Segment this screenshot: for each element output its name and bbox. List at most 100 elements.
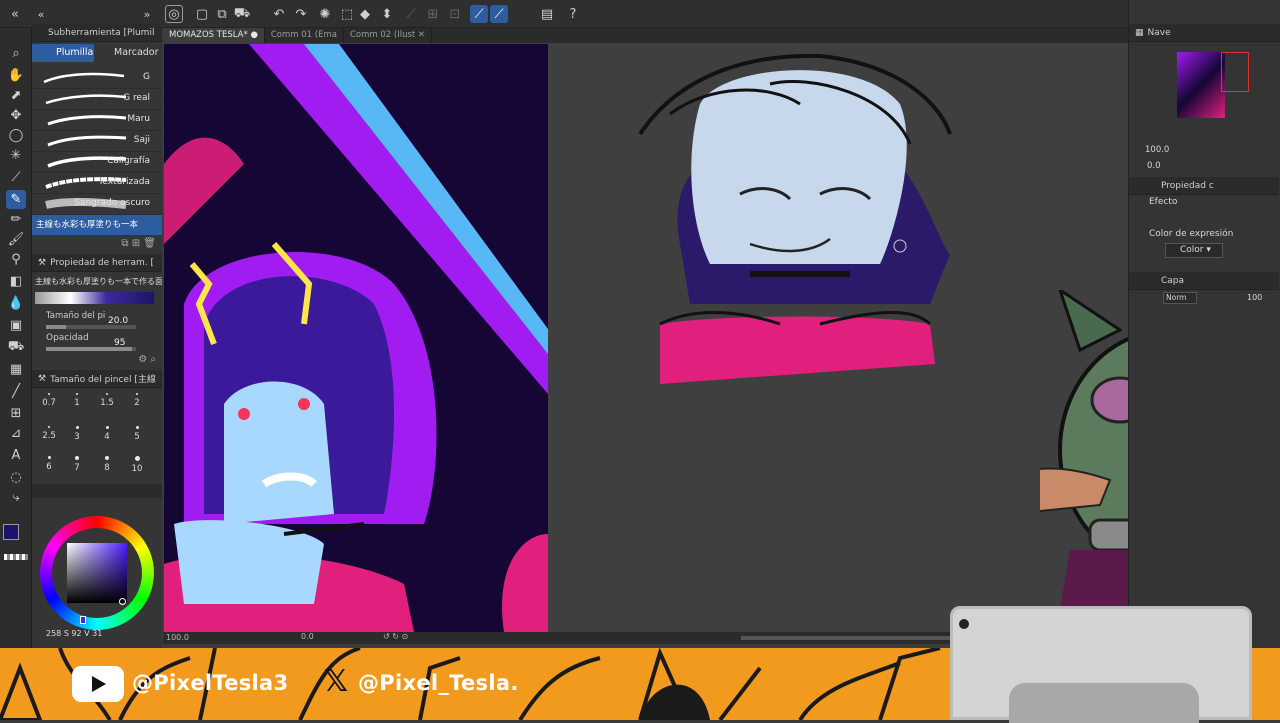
size-preset[interactable]: 10: [123, 456, 151, 474]
size-preset[interactable]: 4: [93, 426, 121, 442]
tab-document[interactable]: MOMAZOS TESLA* ●: [163, 28, 265, 43]
size-preset[interactable]: 0.7: [35, 393, 63, 408]
opacity-label: Opacidad: [46, 333, 89, 343]
lasso-icon[interactable]: ◯: [6, 126, 26, 145]
brush-item[interactable]: Maru: [32, 110, 162, 131]
balloon-icon[interactable]: ◌: [6, 468, 26, 487]
size-preset[interactable]: 8: [93, 456, 121, 473]
operation-icon[interactable]: ⬈: [6, 86, 26, 105]
text-icon[interactable]: A: [6, 446, 26, 465]
sketch-canvas[interactable]: [600, 44, 980, 404]
ruler-icon[interactable]: ⊡: [446, 5, 464, 23]
brush-stroke-preview: [35, 292, 154, 304]
navigator-zoom[interactable]: 100.0: [1145, 145, 1169, 155]
eyedropper-icon[interactable]: ⟋: [6, 168, 26, 187]
panel-collapse-icon[interactable]: «: [32, 5, 50, 23]
airbrush-icon[interactable]: ⚲: [6, 250, 26, 269]
layer-panel-title: Capa: [1129, 272, 1279, 290]
fill-icon[interactable]: ▣: [6, 316, 26, 335]
tab-marcador[interactable]: Marcador: [94, 44, 162, 62]
hand-icon[interactable]: ✋: [6, 66, 26, 85]
frame-icon[interactable]: ⊞: [6, 404, 26, 423]
clip-icon[interactable]: ◎: [165, 5, 183, 23]
pen-mode-icon[interactable]: ⟋: [470, 5, 488, 23]
tab-document[interactable]: Comm 02 (Ilust ✕: [344, 28, 433, 43]
color-picker-handle[interactable]: [119, 598, 126, 605]
help-icon[interactable]: ?: [564, 5, 582, 23]
pencil-icon[interactable]: ✏: [6, 210, 26, 229]
effect-label: Efecto: [1149, 197, 1178, 207]
size-preset[interactable]: 6: [35, 456, 63, 472]
navigator-angle[interactable]: 0.0: [1147, 161, 1161, 171]
artwork-canvas[interactable]: [164, 44, 548, 632]
saturation-value-square[interactable]: [67, 543, 127, 603]
panel-collapse-icon[interactable]: «: [6, 5, 24, 23]
undo-icon[interactable]: ↶: [270, 5, 288, 23]
ruler-icon[interactable]: ⟋: [402, 5, 420, 23]
camera-icon: [959, 619, 969, 629]
brush-size-grid: 0.7 1 1.5 2 2.5 3 4 5 6 7 8 10: [32, 388, 162, 476]
size-preset[interactable]: 1: [63, 393, 91, 408]
tool-property-title: ⚒ Propiedad de herram. [: [32, 254, 162, 272]
angle-readout[interactable]: 0.0: [301, 632, 314, 641]
zoom-readout[interactable]: 100.0: [166, 633, 189, 642]
figure-icon[interactable]: ╱: [6, 382, 26, 401]
size-preset[interactable]: 2.5: [35, 426, 63, 441]
pen-mode-icon[interactable]: ⟋: [490, 5, 508, 23]
select-icon[interactable]: ⬚: [338, 5, 356, 23]
size-preset[interactable]: 7: [63, 456, 91, 473]
tab-document[interactable]: Comm 01 (Ema: [265, 28, 344, 43]
fill-icon[interactable]: ⛟: [233, 5, 251, 23]
expression-color-select[interactable]: Color ▾: [1165, 243, 1223, 258]
size-preset[interactable]: 2: [123, 393, 151, 408]
new-layer-icon[interactable]: ▢: [193, 5, 211, 23]
size-preset[interactable]: 3: [63, 426, 91, 442]
redo-icon[interactable]: ↷: [292, 5, 310, 23]
erase-selection-icon[interactable]: ⬍: [378, 5, 396, 23]
color-wheel[interactable]: [40, 516, 154, 630]
brush-icon[interactable]: 🖌: [6, 230, 26, 249]
main-color-swatch[interactable]: [3, 524, 19, 540]
brush-item[interactable]: Saji: [32, 131, 162, 152]
ruler-icon[interactable]: ⊞: [424, 5, 442, 23]
size-preset[interactable]: 1.5: [93, 393, 121, 408]
blend-icon[interactable]: 💧: [6, 294, 26, 313]
blend-mode-select[interactable]: Norm: [1163, 292, 1197, 304]
tablet-device: [950, 606, 1252, 723]
tool-property-actions[interactable]: ⚙ ⌕: [32, 354, 162, 368]
brush-item[interactable]: Texturizada: [32, 173, 162, 194]
layer-opacity[interactable]: 100: [1247, 293, 1262, 302]
navigator-view-frame[interactable]: [1221, 52, 1249, 92]
panel-expand-icon[interactable]: »: [138, 5, 156, 23]
move-icon[interactable]: ✥: [6, 106, 26, 125]
correct-line-icon[interactable]: ⤷: [6, 488, 26, 507]
eraser-icon[interactable]: ◧: [6, 272, 26, 291]
rotate-icons[interactable]: ↺ ↻ ⊙: [383, 632, 408, 641]
opacity-slider[interactable]: [46, 347, 136, 351]
tab-plumilla[interactable]: Plumilla: [32, 44, 94, 62]
document-tabs: MOMAZOS TESLA* ● Comm 01 (Ema Comm 02 (I…: [163, 28, 1128, 43]
pen-icon[interactable]: ✎: [6, 190, 26, 209]
bucket-icon[interactable]: ⛟: [6, 338, 26, 357]
ruler-icon[interactable]: ⊿: [6, 424, 26, 443]
transform-icon[interactable]: ✺: [316, 5, 334, 23]
brush-item[interactable]: Sangrado oscuro: [32, 194, 162, 215]
sub-tool-panel: Subherramienta [Plumil Plumilla Marcador…: [32, 24, 162, 648]
copy-icon[interactable]: ⧉: [213, 5, 231, 23]
magic-wand-icon[interactable]: ✳: [6, 146, 26, 165]
brush-list-actions[interactable]: ⧉ ⊞ 🗑: [32, 238, 162, 252]
brush-item-selected[interactable]: 主線も水彩も厚塗りも一本: [32, 215, 162, 235]
transparent-swatch[interactable]: [4, 554, 28, 560]
hue-handle[interactable]: [80, 616, 86, 624]
brush-item[interactable]: G: [32, 68, 162, 89]
fill-bucket-icon[interactable]: ◆: [356, 5, 374, 23]
zoom-icon[interactable]: ⌕: [6, 44, 26, 63]
brush-item[interactable]: Caligrafía: [32, 152, 162, 173]
expression-color-label: Color de expresión: [1149, 229, 1234, 239]
size-preset[interactable]: 5: [123, 426, 151, 442]
brush-size-slider[interactable]: [46, 325, 136, 329]
navigator-thumbnail[interactable]: [1177, 52, 1225, 118]
grid-icon[interactable]: ▤: [538, 5, 556, 23]
gradient-icon[interactable]: ▦: [6, 360, 26, 379]
brush-item[interactable]: G real: [32, 89, 162, 110]
